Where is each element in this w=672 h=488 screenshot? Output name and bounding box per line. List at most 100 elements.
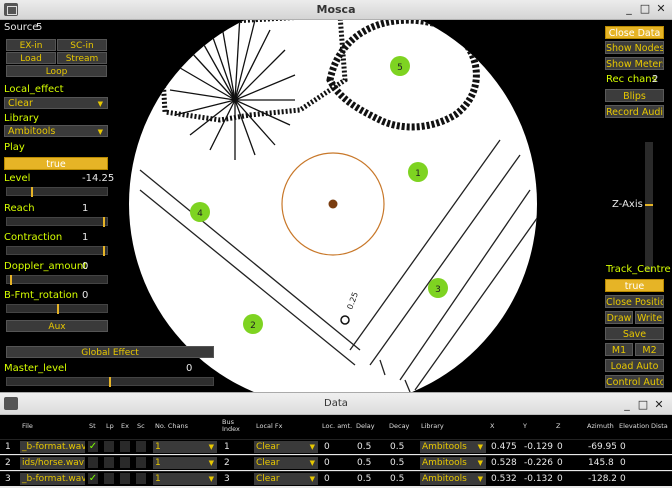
draw-button[interactable]: Draw (605, 311, 633, 324)
ex-in-button[interactable]: EX-in (6, 39, 56, 51)
lp-checkbox[interactable] (104, 473, 114, 484)
close-data-button[interactable]: Close Data (605, 26, 664, 39)
z-value[interactable]: 0 (557, 442, 563, 452)
maximize-icon[interactable]: □ (638, 2, 652, 15)
master-level-slider[interactable] (6, 377, 214, 387)
elevation-value[interactable]: 0 (620, 442, 626, 452)
lp-checkbox[interactable] (104, 457, 114, 468)
table-row[interactable]: 3 _b-format.wav" ✓ 1 ▼ 3 Clear ▼ 0 0.5 0.5 Ambitool… (0, 471, 672, 486)
decay-value[interactable]: 0.5 (390, 458, 404, 468)
no-chans-select[interactable]: 1 ▼ (153, 473, 217, 485)
show-meters-button[interactable]: Show Meters (605, 57, 664, 70)
sc-checkbox[interactable] (136, 473, 146, 484)
sc-checkbox[interactable] (136, 441, 146, 452)
file-field[interactable]: ids/horse.wav" (20, 457, 85, 469)
library-select[interactable]: Ambitools ▼ (4, 125, 108, 137)
st-checkbox[interactable]: ✓ (88, 473, 98, 484)
aux-button[interactable]: Aux (6, 320, 108, 332)
ex-checkbox[interactable] (120, 441, 130, 452)
level-slider[interactable] (6, 187, 108, 197)
doppler-slider-knob[interactable] (10, 275, 12, 285)
level-slider-knob[interactable] (31, 187, 33, 197)
loc-amt-value[interactable]: 0 (324, 442, 330, 452)
elevation-value[interactable]: 0 (620, 474, 626, 484)
file-field[interactable]: _b-format.wav" (20, 441, 85, 453)
close-position-button[interactable]: Close Position (605, 295, 664, 308)
bus-index-value[interactable]: 1 (224, 442, 230, 452)
sc-in-button[interactable]: SC-in (57, 39, 107, 51)
no-chans-select[interactable]: 1 ▼ (153, 457, 217, 469)
y-value[interactable]: -0.226 (524, 458, 553, 468)
library-select[interactable]: Ambitools ▼ (420, 441, 486, 453)
decay-value[interactable]: 0.5 (390, 442, 404, 452)
play-toggle[interactable]: true (4, 157, 108, 170)
source-5[interactable]: 5 (390, 56, 410, 76)
load-auto-button[interactable]: Load Auto (605, 359, 664, 372)
z-value[interactable]: 0 (557, 474, 563, 484)
maximize-icon[interactable]: □ (636, 398, 650, 411)
no-chans-select[interactable]: 1 ▼ (153, 441, 217, 453)
st-checkbox[interactable] (88, 457, 98, 468)
close-icon[interactable]: ✕ (652, 398, 666, 411)
y-value[interactable]: -0.132 (524, 474, 553, 484)
control-auto-button[interactable]: Control Auto (605, 375, 664, 388)
mosca-titlebar[interactable]: Mosca _ □ ✕ (0, 0, 672, 20)
sc-checkbox[interactable] (136, 457, 146, 468)
load-button[interactable]: Load (6, 52, 56, 64)
close-icon[interactable]: ✕ (654, 2, 668, 15)
scene-canvas[interactable]: 0.25 1 2 3 4 5 Source 5 EX-in SC-in Load… (0, 20, 672, 392)
azimuth-value[interactable]: 145.8 (588, 458, 616, 468)
source-2[interactable]: 2 (243, 314, 263, 334)
minimize-icon[interactable]: _ (622, 2, 636, 15)
stream-button[interactable]: Stream (57, 52, 107, 64)
master-level-slider-knob[interactable] (109, 377, 111, 387)
local-fx-select[interactable]: Clear ▼ (254, 473, 318, 485)
reach-slider[interactable] (6, 217, 108, 227)
z-axis-knob[interactable] (645, 204, 653, 206)
z-axis-slider[interactable] (645, 142, 653, 272)
loc-amt-value[interactable]: 0 (324, 474, 330, 484)
source-3[interactable]: 3 (428, 278, 448, 298)
m2-button[interactable]: M2 (635, 343, 664, 356)
source-4[interactable]: 4 (190, 202, 210, 222)
lp-checkbox[interactable] (104, 441, 114, 452)
delay-value[interactable]: 0.5 (357, 458, 371, 468)
rec-chans-value[interactable]: 2 (652, 74, 658, 85)
reach-slider-knob[interactable] (103, 217, 105, 227)
z-value[interactable]: 0 (557, 458, 563, 468)
local-effect-select[interactable]: Clear ▼ (4, 97, 108, 109)
record-audio-button[interactable]: Record Audio (605, 105, 664, 118)
table-row[interactable]: 1 _b-format.wav" ✓ 1 ▼ 1 Clear ▼ 0 0.5 0.5 Ambitool… (0, 439, 672, 454)
x-value[interactable]: 0.528 (491, 458, 517, 468)
delay-value[interactable]: 0.5 (357, 442, 371, 452)
minimize-icon[interactable]: _ (620, 398, 634, 411)
source-1[interactable]: 1 (408, 162, 428, 182)
local-fx-select[interactable]: Clear ▼ (254, 457, 318, 469)
loop-button[interactable]: Loop (6, 65, 107, 77)
ex-checkbox[interactable] (120, 473, 130, 484)
delay-value[interactable]: 0.5 (357, 474, 371, 484)
library-select[interactable]: Ambitools ▼ (420, 457, 486, 469)
st-checkbox[interactable]: ✓ (88, 441, 98, 452)
x-value[interactable]: 0.532 (491, 474, 517, 484)
elevation-value[interactable]: 0 (620, 458, 626, 468)
azimuth-value[interactable]: -128.2 (588, 474, 616, 484)
table-row[interactable]: 2 ids/horse.wav" 1 ▼ 2 Clear ▼ 0 0.5 0.5 Ambitools… (0, 455, 672, 470)
track-centre-toggle[interactable]: true (605, 279, 664, 292)
save-button[interactable]: Save (605, 327, 664, 340)
contraction-slider[interactable] (6, 246, 108, 256)
bus-index-value[interactable]: 2 (224, 458, 230, 468)
file-field[interactable]: _b-format.wav" (20, 473, 85, 485)
blips-button[interactable]: Blips (605, 89, 664, 102)
library-select[interactable]: Ambitools ▼ (420, 473, 486, 485)
azimuth-value[interactable]: -69.95 (588, 442, 616, 452)
y-value[interactable]: -0.129 (524, 442, 553, 452)
show-nodes-button[interactable]: Show Nodes (605, 41, 664, 54)
doppler-slider[interactable] (6, 275, 108, 285)
global-effect-button[interactable]: Global Effect (6, 346, 214, 358)
local-fx-select[interactable]: Clear ▼ (254, 441, 318, 453)
write-button[interactable]: Write (635, 311, 664, 324)
bfmt-rotation-slider-knob[interactable] (57, 304, 59, 314)
loc-amt-value[interactable]: 0 (324, 458, 330, 468)
data-titlebar[interactable]: Data _ □ ✕ (0, 393, 672, 415)
